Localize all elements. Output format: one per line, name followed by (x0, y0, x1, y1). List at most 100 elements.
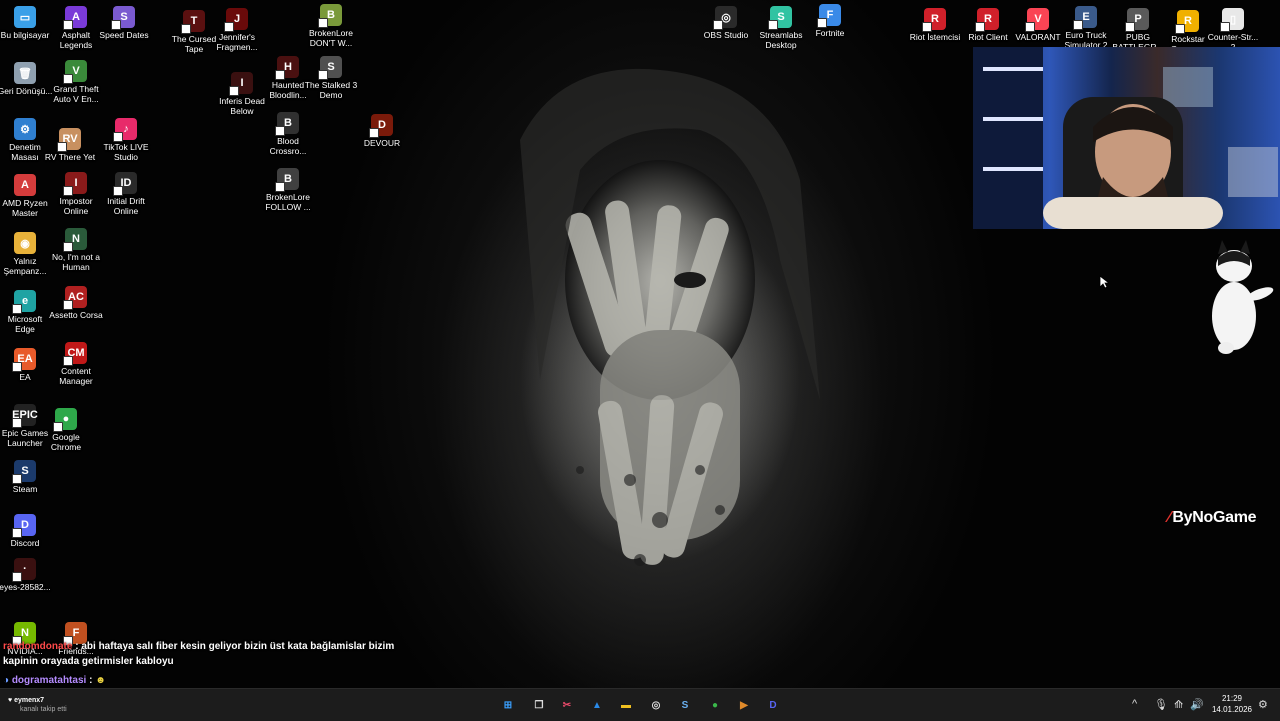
desktop-icon[interactable]: B BrokenLore FOLLOW ... (260, 168, 316, 212)
follower-text: kanalı takip etti (20, 706, 67, 713)
desktop-icon[interactable]: e Microsoft Edge (0, 290, 53, 334)
taskbar-task-view-icon[interactable]: ❐ (530, 696, 548, 714)
desktop-icon[interactable]: 🗑 Geri Dönüşü... (0, 62, 53, 96)
shortcut-arrow-icon (1175, 24, 1185, 34)
chat-message: kapinin orayada getirmisler kabloyu (3, 656, 174, 667)
shortcut-arrow-icon (63, 242, 73, 252)
desktop-icon[interactable]: PPUBG BATTLEGR... (1110, 8, 1166, 52)
taskbar-photos-icon[interactable]: ▲ (588, 696, 606, 714)
mouse-cursor-icon (1099, 275, 1109, 289)
desktop-icon[interactable]: R Riot Client (960, 8, 1016, 42)
webcam-feed (973, 47, 1278, 229)
desktop-icon-label: The Stalked 3 Demo (304, 80, 358, 100)
shortcut-arrow-icon (63, 300, 73, 310)
taskbar-steam-icon[interactable]: S (676, 696, 694, 714)
shortcut-arrow-icon (12, 304, 22, 314)
desktop-icon-label: Content Manager (59, 366, 93, 386)
desktop-icon[interactable]: F Fortnite (802, 4, 858, 38)
microphone-icon[interactable]: 🎙 (1154, 698, 1168, 711)
desktop-icon[interactable]: ◎ OBS Studio (698, 6, 754, 40)
app-icon: F (817, 4, 841, 28)
shortcut-arrow-icon (369, 128, 379, 138)
desktop-icon-label: TikTok LIVE Studio (103, 142, 149, 162)
taskbar-snipping-icon[interactable]: ✂ (558, 696, 576, 714)
desktop-icon[interactable]: J Jennifer's Fragmen... (209, 8, 265, 52)
bynogame-text: ByNoGame (1172, 509, 1257, 526)
desktop-icon[interactable]: S Steam (0, 460, 53, 494)
chat-username: dogramatahtasi (11, 675, 87, 686)
app-icon: ♪ (113, 118, 137, 142)
app-icon: EPIC (12, 404, 38, 428)
desktop-icon-label: eyes-28582... (0, 582, 51, 592)
app-icon: I (229, 72, 253, 96)
desktop-icon[interactable]: ▭ Bu bilgisayar (0, 6, 53, 40)
app-icon: RV (57, 128, 81, 152)
shortcut-arrow-icon (224, 22, 234, 32)
desktop-icon[interactable]: AC Assetto Corsa (48, 286, 104, 320)
desktop-icon-label: Jennifer's Fragmen... (216, 32, 258, 52)
desktop-icon[interactable]: E Euro Truck Simulator 2 (1058, 6, 1114, 50)
shortcut-arrow-icon (63, 74, 73, 84)
desktop-icon[interactable]: V Grand Theft Auto V En... (48, 60, 104, 104)
tray-overflow-icon[interactable]: ^ (1132, 698, 1137, 710)
taskbar-start-icon[interactable]: ⊞ (499, 696, 517, 714)
chat-line-3: ◑ dogramatahtasi : ☻ (3, 675, 106, 686)
desktop-icon-label: Google Chrome (50, 432, 82, 452)
desktop-icon[interactable]: B BrokenLore DON'T W... (303, 4, 359, 48)
desktop-icon[interactable]: RV RV There Yet (42, 128, 98, 162)
shortcut-arrow-icon (318, 18, 328, 28)
desktop-icon[interactable]: ▯Counter-Str... 2 (1205, 8, 1261, 52)
bynogame-logo: ⁄ ByNoGame (1168, 509, 1257, 527)
desktop-icon[interactable]: CM Content Manager (48, 342, 104, 386)
app-icon: S (318, 56, 342, 80)
network-icon[interactable]: ⟰ (1174, 698, 1183, 711)
shortcut-arrow-icon (768, 20, 778, 30)
taskbar-obs-icon[interactable]: ◎ (647, 696, 665, 714)
app-icon: H (275, 56, 299, 80)
desktop-icon[interactable]: B Blood Crossro... (260, 112, 316, 156)
chat-message: : (89, 675, 93, 686)
taskbar-file-explorer-icon[interactable]: ▬ (617, 696, 635, 714)
desktop-icon[interactable]: D DEVOUR (354, 114, 410, 148)
desktop-icon[interactable]: D Discord (0, 514, 53, 548)
emote-icon: ☻ (95, 675, 106, 686)
desktop: ▭ Bu bilgisayar 🗑 Geri Dönüşü... ⚙ Denetim Ma… (0, 0, 1280, 688)
app-icon: S (12, 460, 36, 484)
desktop-icon-label: Speed Dates (99, 30, 149, 40)
app-icon: R (922, 8, 946, 32)
taskbar-media-icon[interactable]: ▶ (735, 696, 753, 714)
app-icon: R (1175, 10, 1199, 34)
shortcut-arrow-icon (318, 70, 328, 80)
shortcut-arrow-icon (275, 182, 285, 192)
desktop-icon[interactable]: R Riot İstemcisi (907, 8, 963, 42)
chat-username: randomdonate (3, 641, 73, 652)
desktop-icon[interactable]: S Streamlabs Desktop (753, 6, 809, 50)
desktop-icon[interactable]: ♪ TikTok LIVE Studio (98, 118, 154, 162)
desktop-icon-label: Riot Client (968, 32, 1008, 42)
desktop-icon[interactable]: ID Initial Drift Online (98, 172, 154, 216)
app-icon: ◉ (14, 232, 36, 254)
shortcut-arrow-icon (275, 70, 285, 80)
shortcut-arrow-icon (975, 22, 985, 32)
taskbar-chrome-icon[interactable]: ● (706, 696, 724, 714)
chat-badge-icon: ◑ (3, 675, 10, 686)
shortcut-arrow-icon (181, 24, 191, 34)
desktop-icon-label: BrokenLore FOLLOW ... (265, 192, 311, 212)
desktop-icon[interactable]: · eyes-28582... (0, 558, 53, 592)
desktop-icon-label: Impostor Online (59, 196, 93, 216)
desktop-icon[interactable]: EA EA (0, 348, 53, 382)
desktop-icon[interactable]: A AMD Ryzen Master (0, 174, 53, 218)
desktop-icon[interactable]: I Impostor Online (48, 172, 104, 216)
taskbar: ♥ eymenx7 kanalı takip etti ⊞ ❐ ✂ ▲ ▬ ◎ S ● ▶ D ^… (0, 688, 1280, 721)
desktop-icon[interactable]: ● Google Chrome (38, 408, 94, 452)
desktop-icon[interactable]: ◉ Yalnız Şempanz... (0, 232, 53, 276)
volume-icon[interactable]: 🔊 (1190, 698, 1204, 711)
settings-icon[interactable]: ⚙ (1258, 698, 1268, 711)
follower-alert: ♥ eymenx7 kanalı takip etti (8, 696, 67, 714)
taskbar-discord-icon[interactable]: D (764, 696, 782, 714)
desktop-icon[interactable]: N No, I'm not a Human (48, 228, 104, 272)
desktop-icon-label: Geri Dönüşü... (0, 86, 53, 96)
desktop-icon[interactable]: S The Stalked 3 Demo (303, 56, 359, 100)
clock[interactable]: 21:29 14.01.2026 (1205, 693, 1259, 715)
desktop-icon[interactable]: S Speed Dates (96, 6, 152, 40)
